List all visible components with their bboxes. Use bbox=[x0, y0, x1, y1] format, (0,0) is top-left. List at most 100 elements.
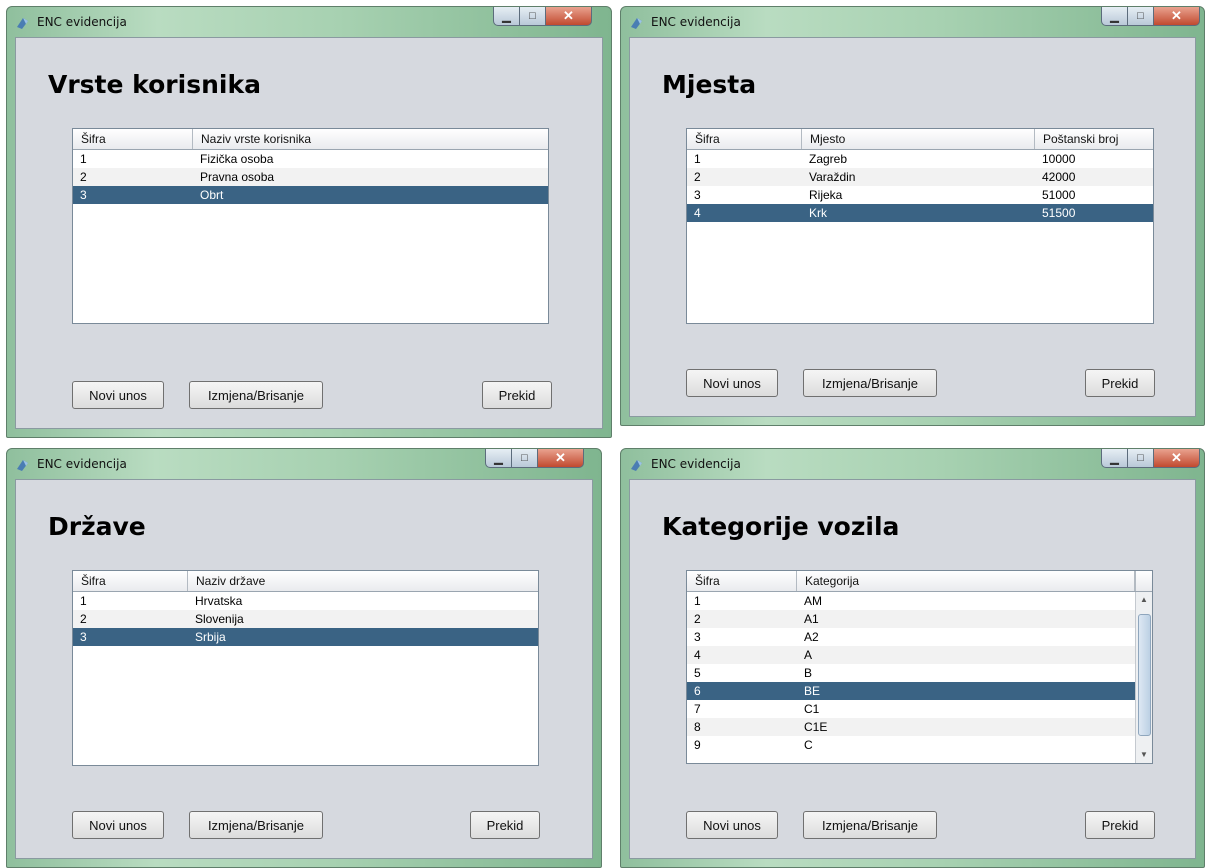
cell-sifra: 3 bbox=[80, 188, 87, 202]
cell-kategorija: BE bbox=[804, 684, 821, 698]
table-row-selected[interactable]: 6 BE bbox=[687, 682, 1135, 700]
maximize-icon: □ bbox=[521, 452, 528, 464]
edit-delete-button[interactable]: Izmjena/Brisanje bbox=[803, 811, 937, 839]
minimize-button[interactable]: ▁ bbox=[493, 7, 520, 26]
table-row[interactable]: 8 C1E bbox=[687, 718, 1135, 736]
window-title: ENC evidencija bbox=[37, 457, 127, 471]
column-header-sifra[interactable]: Šifra bbox=[73, 129, 193, 149]
new-entry-button[interactable]: Novi unos bbox=[72, 811, 164, 839]
title-bar[interactable]: ENC evidencija ▁ □ ✕ bbox=[621, 7, 1204, 37]
table-row-selected[interactable]: 3 Srbija bbox=[73, 628, 538, 646]
cancel-button[interactable]: Prekid bbox=[1085, 811, 1155, 839]
minimize-button[interactable]: ▁ bbox=[1101, 449, 1128, 468]
title-bar[interactable]: ENC evidencija ▁ □ ✕ bbox=[621, 449, 1204, 479]
cancel-button[interactable]: Prekid bbox=[482, 381, 552, 409]
table-row[interactable]: 7 C1 bbox=[687, 700, 1135, 718]
edit-delete-button[interactable]: Izmjena/Brisanje bbox=[189, 381, 323, 409]
table-header: Šifra Naziv države bbox=[73, 571, 538, 592]
page-title: Države bbox=[48, 512, 146, 541]
minimize-button[interactable]: ▁ bbox=[1101, 7, 1128, 26]
minimize-icon: ▁ bbox=[502, 10, 511, 23]
window-mjesta: ENC evidencija ▁ □ ✕ Mjesta Šifra Mjesto… bbox=[620, 6, 1205, 426]
cell-mjesto: Zagreb bbox=[809, 152, 848, 166]
column-header-naziv-drzave[interactable]: Naziv države bbox=[188, 571, 538, 591]
close-button[interactable]: ✕ bbox=[538, 449, 584, 468]
window-title: ENC evidencija bbox=[37, 15, 127, 29]
maximize-button[interactable]: □ bbox=[520, 7, 546, 26]
window-content: Države Šifra Naziv države 1 Hrvatska 2 Slo… bbox=[15, 479, 593, 859]
table-row[interactable]: 5B bbox=[687, 664, 1135, 682]
column-header-postanski-broj[interactable]: Poštanski broj bbox=[1035, 129, 1153, 149]
cell-sifra: 3 bbox=[694, 630, 701, 644]
cell-kategorija: A1 bbox=[804, 612, 819, 626]
table-row[interactable]: 1 AM bbox=[687, 592, 1135, 610]
cell-naziv: Fizička osoba bbox=[200, 152, 274, 166]
maximize-button[interactable]: □ bbox=[1128, 7, 1154, 26]
maximize-button[interactable]: □ bbox=[512, 449, 538, 468]
cell-sifra: 1 bbox=[694, 594, 701, 608]
close-button[interactable]: ✕ bbox=[1154, 7, 1200, 26]
cell-naziv: Pravna osoba bbox=[200, 170, 275, 184]
app-icon bbox=[631, 460, 642, 471]
column-header-kategorija[interactable]: Kategorija bbox=[797, 571, 1135, 591]
cell-sifra: 4 bbox=[694, 206, 701, 220]
minimize-button[interactable]: ▁ bbox=[485, 449, 512, 468]
cell-kategorija: C1E bbox=[804, 720, 828, 734]
maximize-icon: □ bbox=[1137, 10, 1144, 22]
cell-sifra: 2 bbox=[80, 612, 87, 626]
scroll-down-icon[interactable]: ▼ bbox=[1136, 747, 1152, 763]
table-row[interactable]: 2 Pravna osoba bbox=[73, 168, 548, 186]
table-row[interactable]: 3 A2 bbox=[687, 628, 1135, 646]
table-row[interactable]: 2 A1 bbox=[687, 610, 1135, 628]
table-row[interactable]: 3 Rijeka 51000 bbox=[687, 186, 1153, 204]
table-row[interactable]: 9C bbox=[687, 736, 1135, 754]
table-row-selected[interactable]: 3 Obrt bbox=[73, 186, 548, 204]
new-entry-button[interactable]: Novi unos bbox=[72, 381, 164, 409]
maximize-button[interactable]: □ bbox=[1128, 449, 1154, 468]
app-icon bbox=[17, 460, 28, 471]
table-body: 1 Zagreb 10000 2 Varaždin 42000 3 Rijeka 51000… bbox=[687, 150, 1153, 222]
title-bar[interactable]: ENC evidencija ▁ □ ✕ bbox=[7, 449, 601, 479]
close-button[interactable]: ✕ bbox=[546, 7, 592, 26]
table-row[interactable]: 2 Slovenija bbox=[73, 610, 538, 628]
column-header-sifra[interactable]: Šifra bbox=[687, 129, 802, 149]
table-row[interactable]: 1 Fizička osoba bbox=[73, 150, 548, 168]
cell-sifra: 6 bbox=[694, 684, 701, 698]
data-table[interactable]: Šifra Mjesto Poštanski broj 1 Zagreb 10000… bbox=[686, 128, 1154, 324]
scroll-up-icon[interactable]: ▲ bbox=[1136, 592, 1152, 608]
new-entry-button[interactable]: Novi unos bbox=[686, 811, 778, 839]
column-header-naziv[interactable]: Naziv vrste korisnika bbox=[193, 129, 548, 149]
data-table[interactable]: Šifra Naziv vrste korisnika 1 Fizička oso… bbox=[72, 128, 549, 324]
table-row[interactable]: 1 Hrvatska bbox=[73, 592, 538, 610]
cell-sifra: 1 bbox=[694, 152, 701, 166]
cell-sifra: 3 bbox=[80, 630, 87, 644]
close-icon: ✕ bbox=[563, 8, 574, 23]
new-entry-button[interactable]: Novi unos bbox=[686, 369, 778, 397]
close-button[interactable]: ✕ bbox=[1154, 449, 1200, 468]
window-content: Mjesta Šifra Mjesto Poštanski broj 1 Zagr… bbox=[629, 37, 1196, 417]
edit-delete-button[interactable]: Izmjena/Brisanje bbox=[189, 811, 323, 839]
edit-delete-button[interactable]: Izmjena/Brisanje bbox=[803, 369, 937, 397]
cell-postanski-broj: 51000 bbox=[1042, 188, 1076, 202]
cell-sifra: 4 bbox=[694, 648, 701, 662]
table-body: 1 AM 2 A1 3 A2 4A 5B 6 BE 7 C1 8 C1E 9C bbox=[687, 592, 1135, 754]
table-row[interactable]: 4A bbox=[687, 646, 1135, 664]
column-header-sifra[interactable]: Šifra bbox=[687, 571, 797, 591]
data-table[interactable]: Šifra Kategorija 1 AM 2 A1 3 A2 4A 5B 6 BE 7… bbox=[686, 570, 1153, 764]
column-header-sifra[interactable]: Šifra bbox=[73, 571, 188, 591]
cell-sifra: 2 bbox=[694, 170, 701, 184]
data-table[interactable]: Šifra Naziv države 1 Hrvatska 2 Slovenija … bbox=[72, 570, 539, 766]
cell-postanski-broj: 10000 bbox=[1042, 152, 1076, 166]
cancel-button[interactable]: Prekid bbox=[470, 811, 540, 839]
table-row[interactable]: 2 Varaždin 42000 bbox=[687, 168, 1153, 186]
table-row[interactable]: 1 Zagreb 10000 bbox=[687, 150, 1153, 168]
cell-sifra: 2 bbox=[80, 170, 87, 184]
table-row-selected[interactable]: 4 Krk 51500 bbox=[687, 204, 1153, 222]
column-header-mjesto[interactable]: Mjesto bbox=[802, 129, 1035, 149]
cell-mjesto: Krk bbox=[809, 206, 827, 220]
minimize-icon: ▁ bbox=[494, 452, 503, 465]
title-bar[interactable]: ENC evidencija ▁ □ ✕ bbox=[7, 7, 611, 37]
scrollbar-thumb[interactable] bbox=[1138, 614, 1151, 736]
cancel-button[interactable]: Prekid bbox=[1085, 369, 1155, 397]
vertical-scrollbar[interactable]: ▲ ▼ bbox=[1135, 592, 1152, 763]
